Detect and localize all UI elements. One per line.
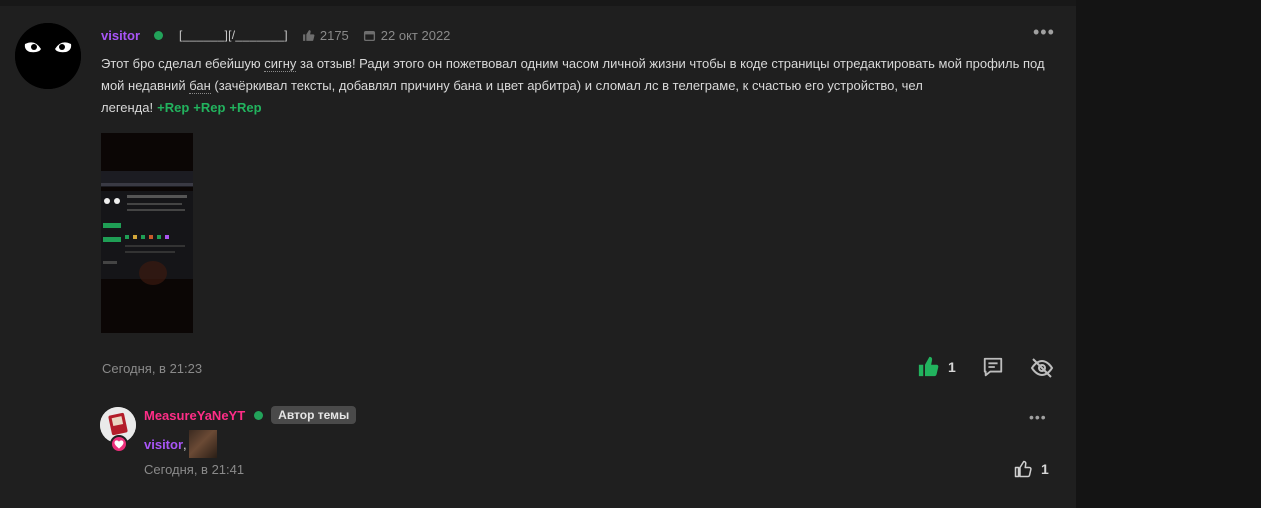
mention-comma: , xyxy=(183,436,187,452)
post-body: Этот бро сделал ебейшую сигну за отзыв! … xyxy=(101,53,1061,119)
join-date-value: 22 окт 2022 xyxy=(380,27,451,43)
reply-meta: MeasureYaNeYT Автор темы xyxy=(144,406,357,424)
rep-tag: +Rep xyxy=(193,100,226,115)
post-like-action[interactable]: 1 xyxy=(918,356,956,377)
post-date[interactable]: Сегодня, в 21:23 xyxy=(102,361,202,376)
join-date: 22 окт 2022 xyxy=(363,27,451,43)
more-icon[interactable]: ••• xyxy=(1033,23,1055,41)
likes-total-value: 2175 xyxy=(319,27,349,43)
reply-like-count: 1 xyxy=(1041,461,1049,477)
heart-icon xyxy=(114,439,124,449)
like-count: 1 xyxy=(948,358,956,375)
ban-term[interactable]: бан xyxy=(189,78,211,94)
likes-total: 2175 xyxy=(302,28,349,43)
user-title: [______][/_______] xyxy=(179,28,288,42)
author-badge: Автор темы xyxy=(271,406,357,424)
thread-panel: visitor [______][/_______] 2175 22 окт 2… xyxy=(0,0,1076,508)
heart-badge-icon xyxy=(110,435,128,453)
reply-like-icon[interactable] xyxy=(1014,460,1032,478)
inline-image[interactable] xyxy=(188,430,217,458)
rep-tag: +Rep xyxy=(157,100,190,115)
post-text-1: Этот бро сделал ебейшую xyxy=(101,56,265,71)
thumbs-up-icon xyxy=(302,29,315,41)
online-indicator xyxy=(154,30,164,40)
avatar[interactable] xyxy=(15,23,81,89)
avatar-eyes-image xyxy=(15,23,81,89)
like-icon[interactable] xyxy=(918,356,939,377)
signature-term[interactable]: сигну xyxy=(264,56,297,72)
hide-action[interactable] xyxy=(1030,356,1054,380)
post-meta: visitor [______][/_______] 2175 22 окт 2… xyxy=(101,27,450,43)
reply-body: visitor , xyxy=(144,430,217,458)
hide-icon[interactable] xyxy=(1030,356,1054,380)
screenshot-thumbnail xyxy=(101,133,193,333)
reply-username[interactable]: MeasureYaNeYT xyxy=(144,408,245,423)
top-divider xyxy=(0,0,1076,6)
comment-action[interactable] xyxy=(982,356,1004,378)
attached-screenshot[interactable] xyxy=(101,133,193,333)
calendar-icon xyxy=(363,30,375,41)
reply-like-action[interactable]: 1 xyxy=(1014,460,1049,478)
user-mention[interactable]: visitor xyxy=(144,437,183,452)
post-username[interactable]: visitor xyxy=(101,28,140,43)
rep-tag: +Rep xyxy=(229,100,262,115)
reply-more-icon[interactable]: ••• xyxy=(1029,410,1047,424)
online-indicator xyxy=(254,410,264,420)
reply-date[interactable]: Сегодня, в 21:41 xyxy=(144,462,244,477)
comment-icon[interactable] xyxy=(982,356,1004,378)
